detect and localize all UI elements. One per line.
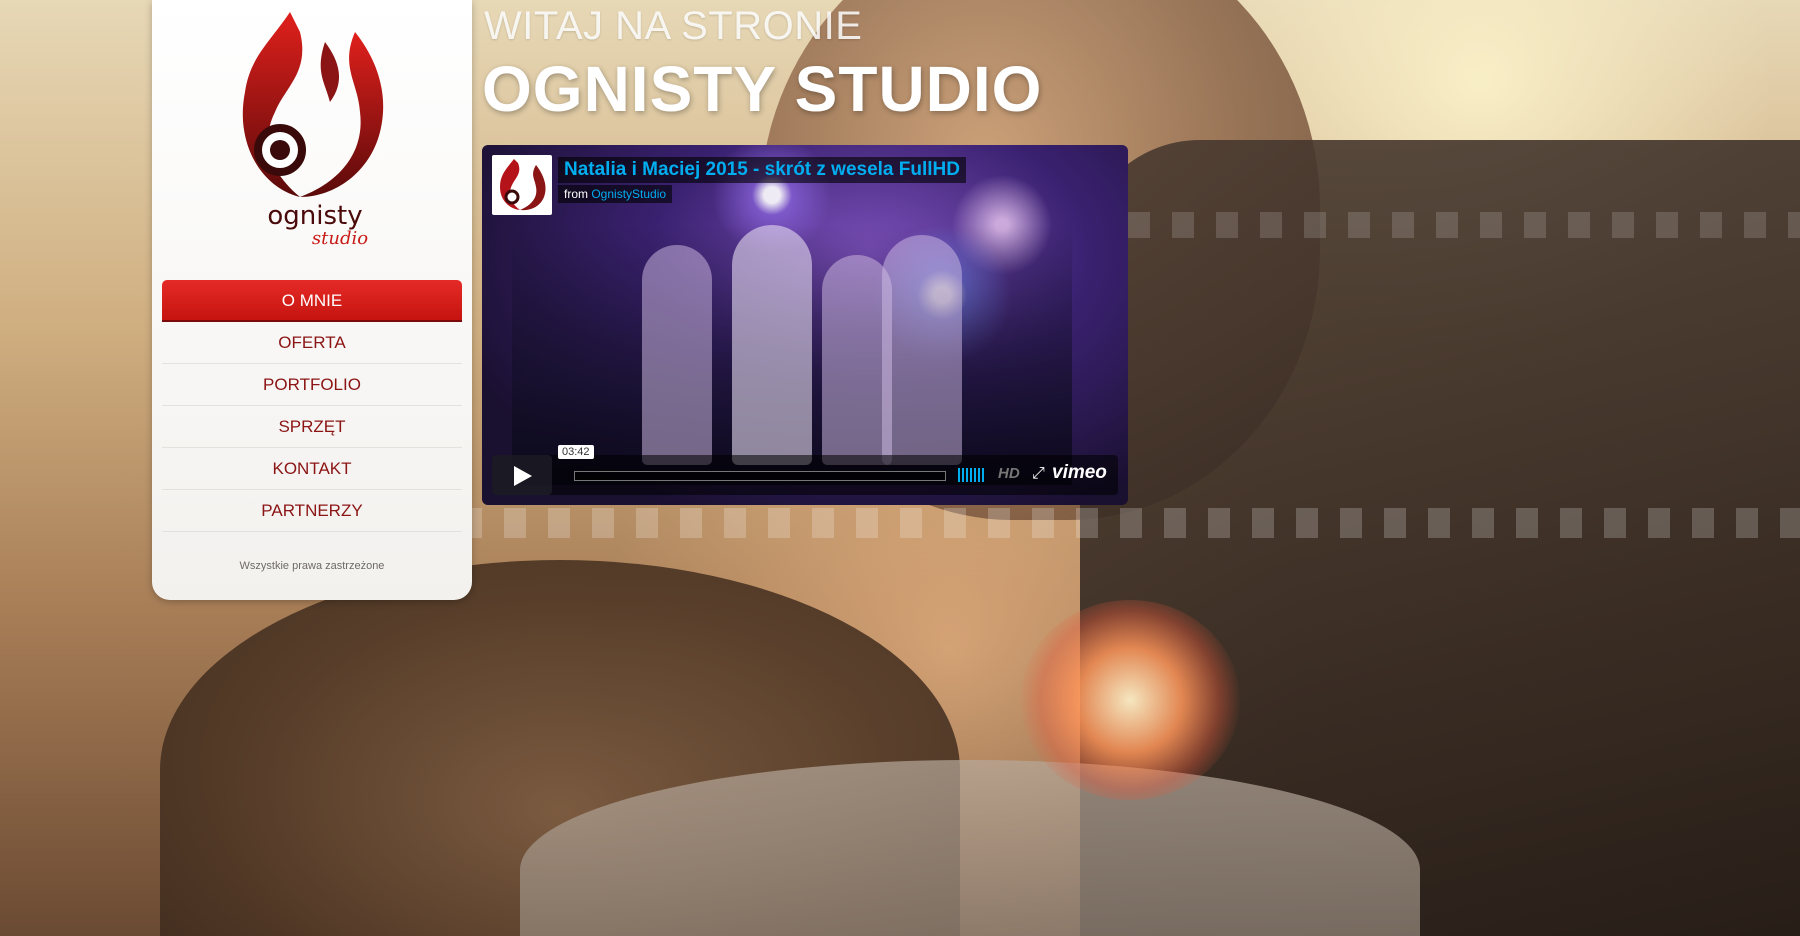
welcome-heading: WITAJ NA STRONIE [484,4,863,48]
main-nav: O MNIE OFERTA PORTFOLIO SPRZĘT KONTAKT P… [162,280,462,532]
video-controls: 03:42 HD ⤢ vimeo [492,445,1118,495]
page-title: OGNISTY STUDIO [482,53,1043,125]
video-player[interactable]: Natalia i Maciej 2015 - skrót z wesela F… [482,145,1128,505]
progress-bar[interactable] [574,471,946,481]
author-link[interactable]: OgnistyStudio [591,187,666,201]
hd-toggle[interactable]: HD [998,465,1020,482]
svg-text:ognisty: ognisty [267,201,362,231]
video-title[interactable]: Natalia i Maciej 2015 - skrót z wesela F… [558,157,966,183]
svg-text:studio: studio [312,228,368,249]
volume-icon[interactable] [958,468,986,482]
copyright-text: Wszystkie prawa zastrzeżone [239,560,385,572]
nav-item-sprzet[interactable]: SPRZĘT [162,406,462,448]
nav-item-kontakt[interactable]: KONTAKT [162,448,462,490]
play-button[interactable] [492,455,552,495]
video-duration: 03:42 [558,445,594,459]
nav-item-portfolio[interactable]: PORTFOLIO [162,364,462,406]
fullscreen-icon[interactable]: ⤢ [1032,465,1045,483]
nav-item-partnerzy[interactable]: PARTNERZY [162,490,462,532]
from-label: from [564,187,588,201]
nav-item-o-mnie[interactable]: O MNIE [162,280,462,322]
play-icon [514,466,532,486]
sidebar: ognisty studio O MNIE OFERTA PORTFOLIO S… [152,0,472,600]
nav-item-oferta[interactable]: OFERTA [162,322,462,364]
vimeo-logo[interactable]: vimeo [1052,462,1107,484]
video-byline: from OgnistyStudio [558,185,673,203]
author-avatar[interactable] [492,155,552,215]
ognisty-studio-logo[interactable]: ognisty studio [230,12,400,252]
